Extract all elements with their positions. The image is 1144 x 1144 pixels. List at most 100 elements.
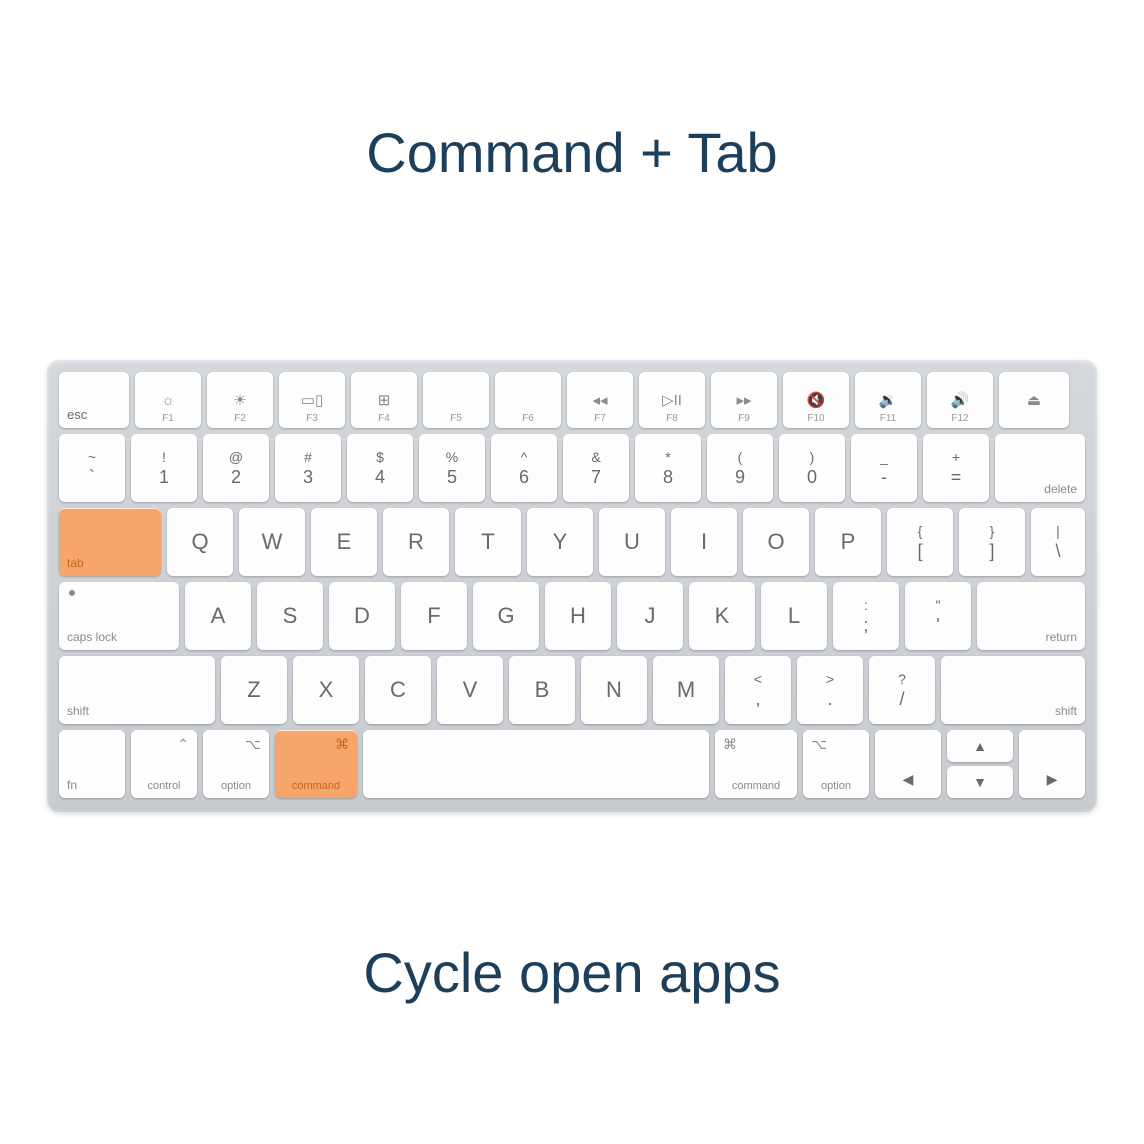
key-backslash[interactable]: |\ bbox=[1031, 508, 1085, 576]
key-backtick[interactable]: ~` bbox=[59, 434, 125, 502]
key-r[interactable]: R bbox=[383, 508, 449, 576]
key-arrow-updown: ▲ ▼ bbox=[947, 730, 1013, 798]
volume-down-icon: 🔉 bbox=[879, 393, 898, 408]
a-row: caps lock A S D F G H J K L :; "' return bbox=[59, 582, 1085, 650]
key-quote[interactable]: "' bbox=[905, 582, 971, 650]
key-f10[interactable]: 🔇F10 bbox=[783, 372, 849, 428]
key-delete[interactable]: delete bbox=[995, 434, 1085, 502]
key-f6[interactable]: F6 bbox=[495, 372, 561, 428]
keyboard: esc ☼F1 ☀F2 ▭▯F3 ⊞F4 F5 F6 ◂◂F7 ▷IIF8 ▸▸… bbox=[47, 360, 1097, 812]
key-t[interactable]: T bbox=[455, 508, 521, 576]
key-equals[interactable]: += bbox=[923, 434, 989, 502]
key-o[interactable]: O bbox=[743, 508, 809, 576]
key-esc-label: esc bbox=[67, 407, 87, 422]
key-c[interactable]: C bbox=[365, 656, 431, 724]
key-0[interactable]: )0 bbox=[779, 434, 845, 502]
key-shift-right[interactable]: shift bbox=[941, 656, 1085, 724]
option-icon: ⌥ bbox=[245, 736, 261, 753]
key-fn[interactable]: fn bbox=[59, 730, 125, 798]
key-i[interactable]: I bbox=[671, 508, 737, 576]
key-j[interactable]: J bbox=[617, 582, 683, 650]
volume-up-icon: 🔊 bbox=[951, 393, 970, 408]
key-option-left[interactable]: ⌥option bbox=[203, 730, 269, 798]
key-p[interactable]: P bbox=[815, 508, 881, 576]
key-4[interactable]: $4 bbox=[347, 434, 413, 502]
key-f12[interactable]: 🔊F12 bbox=[927, 372, 993, 428]
key-7[interactable]: &7 bbox=[563, 434, 629, 502]
key-f7[interactable]: ◂◂F7 bbox=[567, 372, 633, 428]
key-arrow-right[interactable]: ▶ bbox=[1019, 730, 1085, 798]
q-row: tab Q W E R T Y U I O P {[ }] |\ bbox=[59, 508, 1085, 576]
key-esc[interactable]: esc bbox=[59, 372, 129, 428]
control-icon: ⌃ bbox=[177, 736, 189, 753]
key-control[interactable]: ⌃control bbox=[131, 730, 197, 798]
key-3[interactable]: #3 bbox=[275, 434, 341, 502]
key-a[interactable]: A bbox=[185, 582, 251, 650]
key-1[interactable]: !1 bbox=[131, 434, 197, 502]
key-bracket-left[interactable]: {[ bbox=[887, 508, 953, 576]
key-eject[interactable]: ⏏ bbox=[999, 372, 1069, 428]
key-caps-lock[interactable]: caps lock bbox=[59, 582, 179, 650]
key-g[interactable]: G bbox=[473, 582, 539, 650]
key-f4[interactable]: ⊞F4 bbox=[351, 372, 417, 428]
key-w[interactable]: W bbox=[239, 508, 305, 576]
key-arrow-left[interactable]: ◀ bbox=[875, 730, 941, 798]
key-f9[interactable]: ▸▸F9 bbox=[711, 372, 777, 428]
key-8[interactable]: *8 bbox=[635, 434, 701, 502]
z-row: shift Z X C V B N M <, >. ?/ shift bbox=[59, 656, 1085, 724]
key-command-right[interactable]: ⌘command bbox=[715, 730, 797, 798]
key-l[interactable]: L bbox=[761, 582, 827, 650]
fast-forward-icon: ▸▸ bbox=[736, 393, 751, 408]
key-period[interactable]: >. bbox=[797, 656, 863, 724]
key-b[interactable]: B bbox=[509, 656, 575, 724]
key-s[interactable]: S bbox=[257, 582, 323, 650]
command-icon: ⌘ bbox=[335, 736, 349, 753]
shortcut-caption: Cycle open apps bbox=[0, 940, 1144, 1005]
key-return[interactable]: return bbox=[977, 582, 1085, 650]
key-command-left[interactable]: ⌘command bbox=[275, 730, 357, 798]
key-comma[interactable]: <, bbox=[725, 656, 791, 724]
brightness-up-icon: ☀ bbox=[233, 393, 246, 408]
key-f8[interactable]: ▷IIF8 bbox=[639, 372, 705, 428]
key-shift-left[interactable]: shift bbox=[59, 656, 215, 724]
key-f1[interactable]: ☼F1 bbox=[135, 372, 201, 428]
brightness-down-icon: ☼ bbox=[161, 393, 175, 408]
mute-icon: 🔇 bbox=[807, 393, 826, 408]
key-e[interactable]: E bbox=[311, 508, 377, 576]
key-q[interactable]: Q bbox=[167, 508, 233, 576]
key-v[interactable]: V bbox=[437, 656, 503, 724]
key-6[interactable]: ^6 bbox=[491, 434, 557, 502]
key-minus[interactable]: _- bbox=[851, 434, 917, 502]
key-h[interactable]: H bbox=[545, 582, 611, 650]
key-bracket-right[interactable]: }] bbox=[959, 508, 1025, 576]
key-2[interactable]: @2 bbox=[203, 434, 269, 502]
key-f2[interactable]: ☀F2 bbox=[207, 372, 273, 428]
key-d[interactable]: D bbox=[329, 582, 395, 650]
key-u[interactable]: U bbox=[599, 508, 665, 576]
option-icon: ⌥ bbox=[811, 736, 827, 753]
key-tab[interactable]: tab bbox=[59, 508, 161, 576]
key-f[interactable]: F bbox=[401, 582, 467, 650]
rewind-icon: ◂◂ bbox=[592, 393, 607, 408]
key-semicolon[interactable]: :; bbox=[833, 582, 899, 650]
key-f3[interactable]: ▭▯F3 bbox=[279, 372, 345, 428]
key-z[interactable]: Z bbox=[221, 656, 287, 724]
key-f5[interactable]: F5 bbox=[423, 372, 489, 428]
key-option-right[interactable]: ⌥option bbox=[803, 730, 869, 798]
bottom-row: fn ⌃control ⌥option ⌘command ⌘command ⌥o… bbox=[59, 730, 1085, 798]
key-arrow-down[interactable]: ▼ bbox=[947, 766, 1013, 798]
play-pause-icon: ▷II bbox=[662, 393, 682, 408]
key-x[interactable]: X bbox=[293, 656, 359, 724]
shortcut-title: Command + Tab bbox=[0, 120, 1144, 185]
key-9[interactable]: (9 bbox=[707, 434, 773, 502]
key-m[interactable]: M bbox=[653, 656, 719, 724]
key-space[interactable] bbox=[363, 730, 709, 798]
key-k[interactable]: K bbox=[689, 582, 755, 650]
key-y[interactable]: Y bbox=[527, 508, 593, 576]
key-5[interactable]: %5 bbox=[419, 434, 485, 502]
key-arrow-up[interactable]: ▲ bbox=[947, 730, 1013, 762]
eject-icon: ⏏ bbox=[1027, 393, 1041, 408]
key-n[interactable]: N bbox=[581, 656, 647, 724]
key-slash[interactable]: ?/ bbox=[869, 656, 935, 724]
key-f11[interactable]: 🔉F11 bbox=[855, 372, 921, 428]
